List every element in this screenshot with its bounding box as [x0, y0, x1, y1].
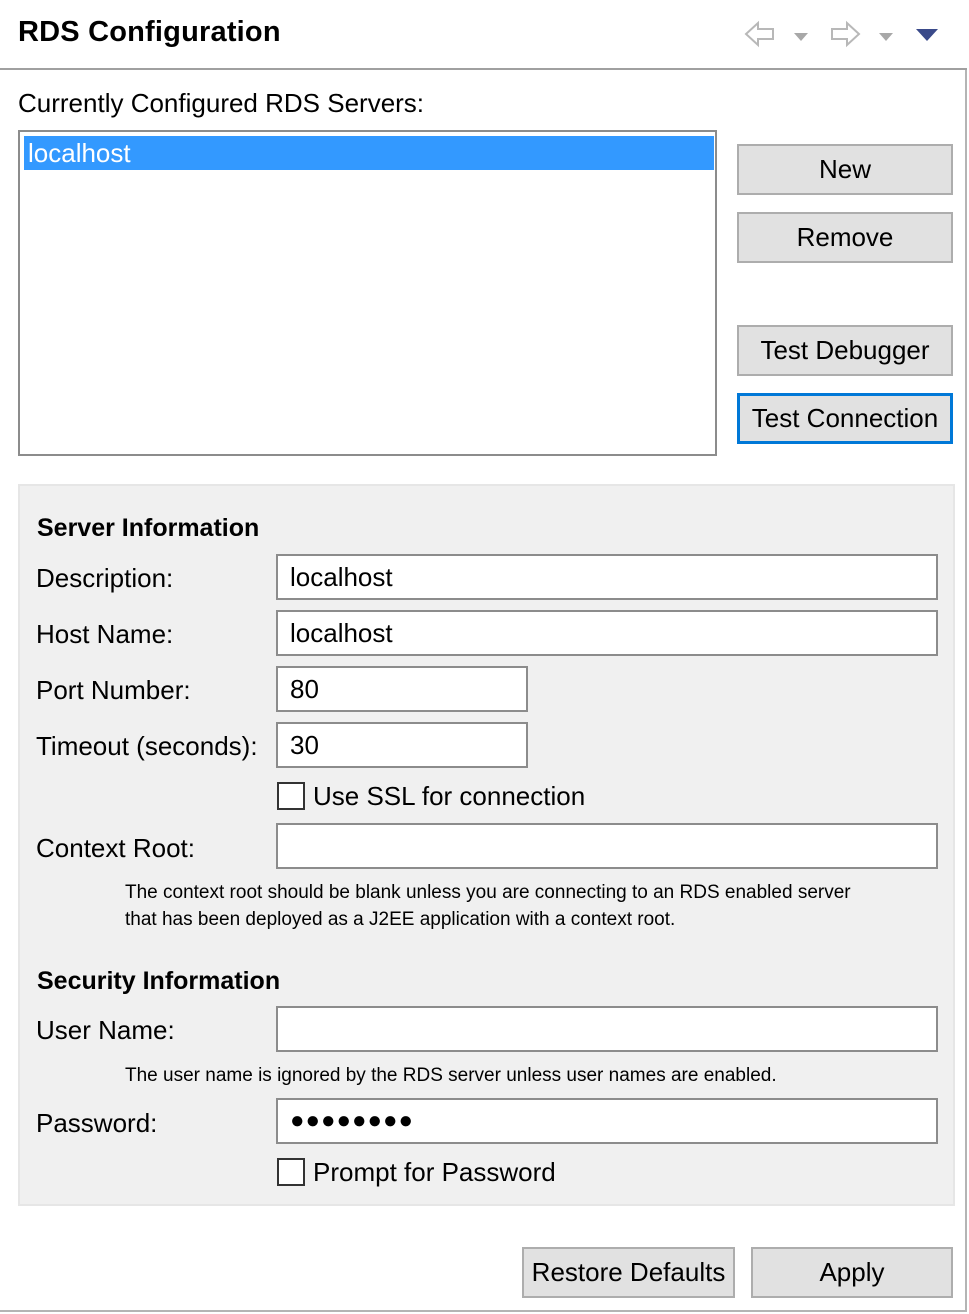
context-root-note-line2: that has been deployed as a J2EE applica… — [125, 909, 676, 930]
remove-button[interactable]: Remove — [737, 212, 953, 263]
back-arrow-icon[interactable] — [744, 20, 776, 53]
use-ssl-checkbox[interactable] — [277, 782, 305, 810]
servers-list[interactable]: localhost — [18, 130, 717, 456]
password-label: Password: — [36, 1108, 158, 1138]
host-name-label: Host Name: — [36, 619, 174, 649]
description-label: Description: — [36, 563, 174, 593]
server-information-heading: Server Information — [37, 514, 260, 542]
password-field[interactable]: ●●●●●●●● — [276, 1098, 938, 1144]
apply-button[interactable]: Apply — [751, 1247, 953, 1298]
test-connection-button[interactable]: Test Connection — [737, 393, 953, 444]
prompt-password-checkbox[interactable] — [277, 1158, 305, 1186]
server-list-item[interactable]: localhost — [24, 136, 714, 170]
context-root-field[interactable] — [276, 823, 938, 869]
forward-dropdown-icon[interactable] — [878, 29, 894, 47]
servers-label: Currently Configured RDS Servers: — [18, 88, 425, 118]
page-header: RDS Configuration — [0, 0, 967, 70]
test-debugger-button[interactable]: Test Debugger — [737, 325, 953, 376]
restore-defaults-button[interactable]: Restore Defaults — [522, 1247, 735, 1298]
back-dropdown-icon[interactable] — [793, 29, 809, 47]
context-root-label: Context Root: — [36, 833, 195, 863]
port-number-label: Port Number: — [36, 675, 191, 705]
new-button[interactable]: New — [737, 144, 953, 195]
security-information-heading: Security Information — [37, 967, 281, 995]
user-name-note: The user name is ignored by the RDS serv… — [125, 1065, 777, 1086]
page-title: RDS Configuration — [18, 16, 281, 48]
user-name-field[interactable] — [276, 1006, 938, 1052]
forward-arrow-icon[interactable] — [829, 20, 861, 53]
timeout-label: Timeout (seconds): — [36, 731, 258, 761]
host-name-field[interactable]: localhost — [276, 610, 938, 656]
context-root-note-line1: The context root should be blank unless … — [125, 882, 851, 903]
timeout-field[interactable]: 30 — [276, 722, 528, 768]
port-number-field[interactable]: 80 — [276, 666, 528, 712]
prompt-password-label[interactable]: Prompt for Password — [313, 1157, 556, 1188]
user-name-label: User Name: — [36, 1015, 175, 1045]
use-ssl-label[interactable]: Use SSL for connection — [313, 781, 585, 812]
view-menu-icon[interactable] — [915, 28, 939, 47]
description-field[interactable]: localhost — [276, 554, 938, 600]
